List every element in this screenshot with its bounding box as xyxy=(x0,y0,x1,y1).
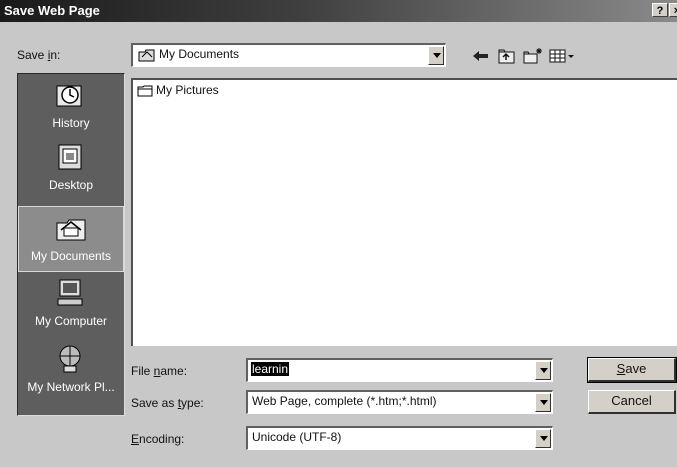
title-bar: Save Web Page ? × xyxy=(0,0,677,22)
window-title: Save Web Page xyxy=(4,3,100,18)
new-folder-button[interactable] xyxy=(522,46,544,66)
my-documents-folder-icon xyxy=(56,219,86,241)
save-button[interactable]: Save xyxy=(587,357,677,383)
back-arrow-icon xyxy=(473,51,488,61)
place-my-computer[interactable]: My Computer xyxy=(18,272,124,338)
cancel-button[interactable]: Cancel xyxy=(588,390,676,414)
file-name-value: learnin xyxy=(251,362,290,376)
network-icon xyxy=(59,345,81,373)
encoding-dropdown-arrow[interactable] xyxy=(535,429,551,448)
desktop-icon xyxy=(58,144,82,170)
save-in-label: Save in: xyxy=(17,48,61,62)
my-computer-icon xyxy=(57,279,83,306)
up-folder-icon xyxy=(498,49,515,64)
encoding-dropdown[interactable]: Unicode (UTF-8) xyxy=(246,426,553,450)
place-my-documents[interactable]: My Documents xyxy=(18,206,124,272)
back-button[interactable] xyxy=(470,46,492,66)
up-one-level-button[interactable] xyxy=(496,46,518,66)
place-label: History xyxy=(52,116,90,130)
save-as-type-dropdown[interactable]: Web Page, complete (*.htm;*.html) xyxy=(246,390,553,414)
file-list[interactable]: My Pictures xyxy=(131,78,677,346)
save-as-type-value: Web Page, complete (*.htm;*.html) xyxy=(252,394,437,408)
place-label: My Documents xyxy=(30,249,112,263)
close-button[interactable]: × xyxy=(669,3,677,17)
save-in-dropdown-arrow[interactable] xyxy=(428,46,444,65)
encoding-label: Encoding: xyxy=(131,432,185,446)
save-as-type-label: Save as type: xyxy=(131,396,204,410)
views-menu-button[interactable] xyxy=(548,46,578,66)
views-icon xyxy=(549,49,574,63)
places-bar: History Desktop My Documents My Computer xyxy=(17,73,125,416)
place-desktop[interactable]: Desktop xyxy=(18,136,124,202)
folder-icon xyxy=(137,85,153,97)
place-my-network-places[interactable]: My Network Pl... xyxy=(18,338,124,414)
encoding-value: Unicode (UTF-8) xyxy=(252,430,342,444)
save-as-type-dropdown-arrow[interactable] xyxy=(535,393,551,412)
file-name-label: My Pictures xyxy=(156,83,219,97)
list-item[interactable]: My Pictures xyxy=(137,83,219,97)
my-documents-icon xyxy=(138,49,155,62)
file-name-label: File name: xyxy=(131,364,188,378)
file-name-input[interactable]: learnin xyxy=(246,358,553,382)
save-in-value: My Documents xyxy=(159,47,240,61)
file-name-dropdown-arrow[interactable] xyxy=(535,361,551,380)
place-label: My Network Pl... xyxy=(27,380,115,394)
new-folder-icon xyxy=(523,48,542,64)
place-history[interactable]: History xyxy=(18,74,124,140)
place-label: My Computer xyxy=(34,314,108,328)
help-button[interactable]: ? xyxy=(652,3,668,17)
place-label: Desktop xyxy=(48,178,94,192)
history-icon xyxy=(56,85,82,107)
save-in-dropdown[interactable]: My Documents xyxy=(131,43,446,67)
